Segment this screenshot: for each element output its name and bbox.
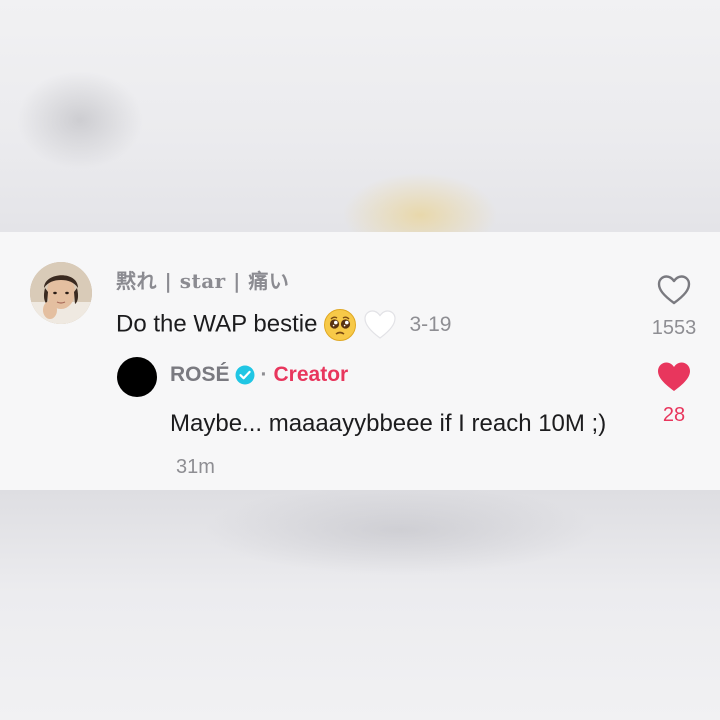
reply-user-row: ROSÉ · Creator [170,363,348,387]
reply-timestamp: 31m [176,456,215,478]
comment-text-row: Do the WAP bestie 3-19 [116,308,451,342]
white-heart-icon [363,309,397,341]
heart-filled-icon[interactable] [629,361,719,398]
reply-avatar[interactable] [117,357,157,397]
comment-like-count: 1553 [651,317,697,339]
heart-outline-icon[interactable] [629,274,719,311]
commenter-avatar[interactable] [30,262,92,324]
creator-badge: Creator [273,363,349,386]
blurred-video-background-bottom [0,490,720,720]
pleading-face-icon [323,308,357,342]
screenshot-stage: 黙れ | star | 痛い Do the WAP bestie 3-19 15… [0,0,720,720]
reply-username[interactable]: ROSÉ [170,363,230,387]
separator-dot: · [260,363,268,386]
commenter-username[interactable]: 黙れ | star | 痛い [116,265,289,294]
reply-like-count: 28 [662,404,686,426]
reply-like-control[interactable]: 28 [629,361,719,427]
comment-like-control[interactable]: 1553 [629,274,719,340]
comment-body: Do the WAP bestie [116,310,318,338]
comment-timestamp: 3-19 [409,313,452,336]
comment-card: 黙れ | star | 痛い Do the WAP bestie 3-19 15… [0,232,720,490]
reply-body: Maybe... maaaayybbeee if I reach 10M ;) [170,410,607,437]
reply-text-block: Maybe... maaaayybbeee if I reach 10M ;) … [170,403,620,488]
blurred-video-background-top [0,0,720,232]
verified-badge-icon [235,365,255,385]
